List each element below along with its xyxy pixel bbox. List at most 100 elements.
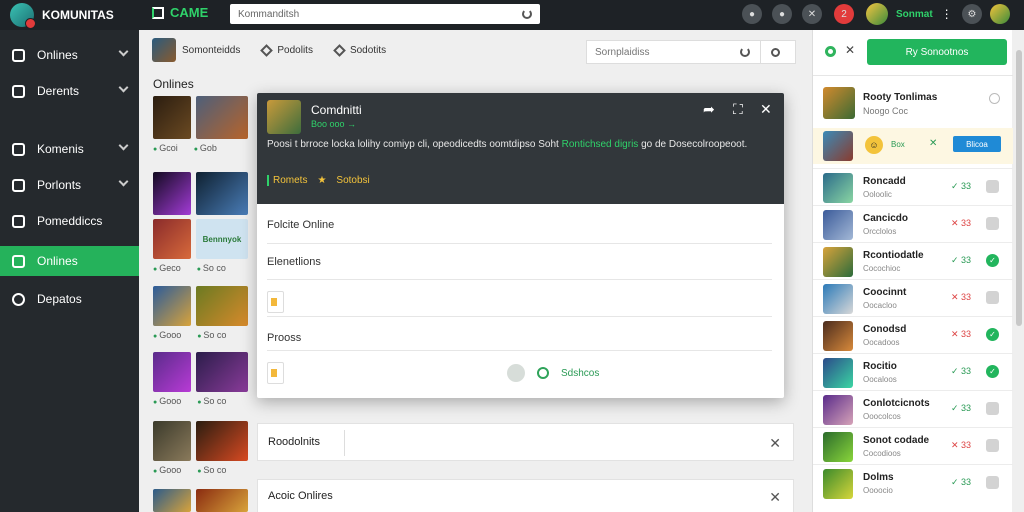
game-thumbnail[interactable]: [153, 286, 191, 326]
notification-icon[interactable]: 2: [834, 4, 854, 24]
tab-podolits[interactable]: Podolits: [260, 43, 313, 57]
divider: [267, 316, 772, 317]
game-thumbnail[interactable]: [153, 421, 191, 461]
game-card[interactable]: Gcoi Gob: [153, 96, 248, 153]
player-row[interactable]: Cancicdo Orcclolos ✕ 33: [813, 205, 1013, 242]
player-checkbox[interactable]: [986, 180, 999, 193]
player-mark: ✕ 33: [951, 292, 972, 302]
featured-item[interactable]: Rooty Tonlimas Noogo Coc: [813, 75, 1013, 125]
share-icon[interactable]: ➦: [703, 101, 715, 118]
game-card[interactable]: [153, 172, 248, 215]
tag[interactable]: Sotobsi: [336, 175, 369, 186]
player-avatar: [823, 284, 853, 314]
sidebar-item-pomeddiccs[interactable]: Pomeddiccs: [0, 206, 139, 236]
expand-icon[interactable]: ⛶: [733, 101, 743, 118]
friends-icon[interactable]: ●: [772, 4, 792, 24]
modal-header: Comdnitti Boo ooo → ➦ ⛶ ✕ Poosi t brroce…: [257, 93, 784, 204]
game-thumbnail[interactable]: [153, 96, 191, 139]
search-icon[interactable]: [771, 47, 780, 57]
player-mark: ✓ 33: [951, 477, 972, 487]
highlight-button[interactable]: Blicoa: [953, 136, 1001, 152]
player-row[interactable]: Rocitio Oocaloos ✓ 33 ✓: [813, 353, 1013, 390]
game-card[interactable]: Bennnyok Geco So co: [153, 219, 248, 273]
user-menu[interactable]: Sonmat ⋮: [866, 3, 953, 25]
top-search-input[interactable]: [238, 8, 498, 20]
player-checkbox[interactable]: [986, 439, 999, 452]
game-thumbnail[interactable]: [196, 96, 248, 139]
option-checkbox[interactable]: [267, 362, 284, 384]
game-title[interactable]: CAME: [152, 5, 208, 20]
game-thumbnail[interactable]: [153, 489, 191, 512]
highlighted-item[interactable]: ☺ Box ✕ Blicoa: [813, 128, 1013, 164]
close-icon[interactable]: ✕: [769, 489, 781, 506]
player-avatar: [823, 173, 853, 203]
sidebar-item-porlonts[interactable]: Porlonts: [0, 170, 139, 200]
player-checkbox[interactable]: [986, 402, 999, 415]
close-icon[interactable]: ✕: [845, 43, 855, 57]
top-search[interactable]: [230, 4, 540, 24]
sidebar-item-komenis[interactable]: Komenis: [0, 134, 139, 164]
game-thumbnail[interactable]: [196, 352, 248, 392]
menu-dots-icon[interactable]: ⋮: [941, 7, 953, 21]
sidebar-item-onlines-active[interactable]: Onlines: [0, 246, 139, 276]
collapsed-panel[interactable]: Roodolnits ✕: [257, 423, 794, 461]
tab-somonteidds[interactable]: Somonteidds: [152, 38, 240, 62]
brand[interactable]: KOMUNITAS: [0, 0, 139, 30]
player-status: Oocacloo: [863, 301, 897, 310]
radio-button[interactable]: [989, 93, 1000, 104]
game-meta: So co: [197, 465, 226, 475]
divider: [760, 40, 761, 64]
player-checkbox[interactable]: [986, 476, 999, 489]
player-checkbox[interactable]: [986, 291, 999, 304]
settings-icon[interactable]: ⚙: [962, 4, 982, 24]
collapsed-panel[interactable]: Acoic Onlires ✕: [257, 479, 794, 512]
account-avatar[interactable]: [990, 4, 1010, 24]
game-thumbnail[interactable]: [196, 489, 248, 512]
toggle-knob[interactable]: [507, 364, 525, 382]
scrollbar[interactable]: [1016, 50, 1022, 326]
join-button[interactable]: Ry Sonootnos: [867, 39, 1007, 65]
player-row[interactable]: Conlotcicnots Ooocolcos ✓ 33: [813, 390, 1013, 427]
sidebar-item-onlines[interactable]: Onlines: [0, 40, 139, 70]
wrench-icon: [260, 43, 274, 57]
check-icon[interactable]: ✓: [986, 365, 999, 378]
main-search[interactable]: [586, 40, 796, 64]
main-search-input[interactable]: [595, 46, 740, 58]
game-card[interactable]: Gooo So co: [153, 286, 248, 340]
check-icon[interactable]: ✓: [986, 328, 999, 341]
game-thumbnail[interactable]: [153, 352, 191, 392]
tab-sodotits[interactable]: Sodotits: [333, 43, 386, 57]
player-row[interactable]: Dolms Oooocio ✓ 33: [813, 464, 1013, 501]
game-tag-thumbnail[interactable]: Bennnyok: [196, 219, 248, 259]
refresh-icon[interactable]: [740, 47, 750, 57]
player-row[interactable]: Sonot codade Cocodioos ✕ 33: [813, 427, 1013, 464]
player-name: Rcontiodatle: [863, 250, 924, 261]
game-thumbnail[interactable]: [196, 421, 248, 461]
sidebar-item-derents[interactable]: Derents: [0, 76, 139, 106]
player-mark: ✕ 33: [951, 218, 972, 228]
game-thumbnail[interactable]: [196, 286, 248, 326]
close-icon[interactable]: ✕: [769, 435, 781, 452]
option-checkbox[interactable]: [267, 291, 284, 313]
description-link[interactable]: Rontichsed digris: [562, 139, 639, 150]
profile-icon[interactable]: ●: [742, 4, 762, 24]
user-name: Sonmat: [896, 8, 933, 20]
close-icon[interactable]: ✕: [760, 101, 772, 118]
check-icon[interactable]: ✓: [986, 254, 999, 267]
player-row[interactable]: Rcontiodatle Cocochioc ✓ 33 ✓: [813, 242, 1013, 279]
player-checkbox[interactable]: [986, 217, 999, 230]
tag[interactable]: Romets: [267, 175, 307, 186]
tools-icon[interactable]: ✕: [802, 4, 822, 24]
cross-icon[interactable]: ✕: [929, 138, 937, 149]
player-row[interactable]: Coocinnt Oocacloo ✕ 33: [813, 279, 1013, 316]
game-thumbnail[interactable]: [196, 172, 248, 215]
game-card[interactable]: [153, 489, 248, 512]
refresh-icon[interactable]: [522, 9, 532, 19]
game-thumbnail[interactable]: [153, 172, 191, 215]
game-card[interactable]: Gooo So co: [153, 352, 248, 406]
player-row[interactable]: Conodsd Oocadoos ✕ 33 ✓: [813, 316, 1013, 353]
game-card[interactable]: Gooo So co: [153, 421, 248, 475]
player-row[interactable]: Roncadd Ooloolic ✓ 33: [813, 168, 1013, 205]
game-thumbnail[interactable]: [153, 219, 191, 259]
sidebar-item-depatos[interactable]: Depatos: [0, 284, 139, 314]
